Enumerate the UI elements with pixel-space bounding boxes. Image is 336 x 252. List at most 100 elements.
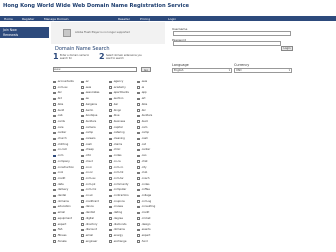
checkbox[interactable] [81, 211, 84, 215]
tld-checkbox-item[interactable]: .date [53, 183, 81, 187]
checkbox[interactable] [81, 97, 84, 101]
tld-checkbox-item[interactable]: .exchange [109, 240, 137, 244]
tld-checkbox-item[interactable]: .berlin [81, 109, 109, 113]
checkbox[interactable] [137, 194, 140, 198]
tld-checkbox-item[interactable]: .cat [137, 143, 165, 147]
tld-checkbox-item[interactable]: .boutique [81, 114, 109, 118]
tld-checkbox-item[interactable]: .blue [109, 114, 137, 118]
checkbox[interactable] [81, 160, 84, 163]
checkbox[interactable] [53, 143, 56, 146]
checkbox[interactable] [53, 109, 56, 112]
tld-checkbox-item[interactable]: .bargains [81, 103, 109, 107]
tld-checkbox-item[interactable]: .build [53, 109, 81, 113]
tld-checkbox-item[interactable]: .coffee [137, 188, 165, 192]
tld-checkbox-item[interactable]: .buzz [137, 120, 165, 124]
checkbox[interactable] [81, 223, 84, 226]
tld-checkbox-item[interactable]: .codes [109, 154, 137, 158]
checkbox[interactable] [53, 188, 56, 192]
tld-checkbox-item[interactable]: .com.hk [109, 171, 137, 175]
password-input[interactable] [173, 41, 281, 46]
tld-checkbox-item[interactable]: .dentist [81, 211, 109, 215]
tld-checkbox-item[interactable]: .email [81, 234, 109, 238]
nav-register[interactable]: Register [22, 17, 34, 21]
tld-checkbox-item[interactable]: .app [137, 91, 165, 95]
checkbox[interactable] [109, 91, 112, 95]
checkbox[interactable] [81, 86, 84, 89]
checkbox[interactable] [137, 137, 140, 141]
tld-checkbox-item[interactable]: .email [53, 211, 81, 215]
checkbox[interactable] [109, 205, 112, 209]
checkbox[interactable] [109, 143, 112, 146]
checkbox[interactable] [53, 240, 56, 243]
checkbox[interactable] [109, 223, 112, 226]
checkbox[interactable] [53, 97, 56, 101]
tld-checkbox-item[interactable]: .co.com [53, 148, 81, 152]
tld-checkbox-item[interactable]: .delivery [53, 188, 81, 192]
tld-checkbox-item[interactable]: .cruises [109, 205, 137, 209]
tld-checkbox-item[interactable]: .domains [53, 200, 81, 204]
checkbox[interactable] [53, 194, 56, 198]
checkbox[interactable] [81, 194, 84, 198]
login-button[interactable]: Login [281, 46, 293, 51]
checkbox[interactable] [137, 80, 140, 84]
tld-checkbox-item[interactable]: .com.sg [137, 200, 165, 204]
tld-checkbox-item[interactable]: .bingo [109, 109, 137, 113]
tld-checkbox-item[interactable]: .apartments [109, 91, 137, 95]
checkbox[interactable] [137, 148, 140, 152]
checkbox[interactable] [109, 80, 112, 84]
tld-checkbox-item[interactable]: .digital [81, 217, 109, 221]
tld-checkbox-item[interactable]: .expert [137, 234, 165, 238]
tld-checkbox-item[interactable]: .cam [137, 126, 165, 130]
checkbox[interactable] [109, 137, 112, 141]
checkbox[interactable] [81, 188, 84, 192]
tld-checkbox-item[interactable]: .church [53, 137, 81, 141]
checkbox[interactable] [81, 183, 84, 186]
checkbox[interactable] [81, 240, 84, 243]
tld-checkbox-item[interactable]: .college [137, 194, 165, 198]
tld-checkbox-item[interactable]: .au [81, 97, 109, 101]
checkbox[interactable] [109, 103, 112, 106]
tld-checkbox-item[interactable]: .construction [53, 166, 81, 170]
checkbox[interactable] [53, 200, 56, 203]
tld-checkbox-item[interactable]: .expert [53, 223, 81, 227]
tld-checkbox-item[interactable]: .claims [109, 143, 137, 147]
checkbox[interactable] [137, 223, 140, 226]
tld-checkbox-item[interactable]: .fish [53, 228, 81, 232]
tld-checkbox-item[interactable]: .coach [137, 177, 165, 181]
checkbox[interactable] [53, 126, 56, 129]
checkbox[interactable] [137, 211, 140, 215]
sidebar-link-join-now[interactable]: Join Now [3, 28, 17, 32]
tld-checkbox-item[interactable]: .camera [81, 126, 109, 130]
tld-checkbox-item[interactable]: .biz [53, 91, 81, 95]
tld-checkbox-item[interactable]: .academy [109, 86, 137, 90]
checkbox[interactable] [109, 160, 112, 163]
tld-checkbox-item[interactable]: .com.au [81, 177, 109, 181]
tld-checkbox-item[interactable]: .com.pk [81, 183, 109, 187]
tld-checkbox-item[interactable]: .cleaning [109, 137, 137, 141]
tld-checkbox-item[interactable]: .co.ca [109, 160, 137, 164]
checkbox[interactable] [137, 177, 140, 180]
tld-checkbox-item[interactable]: .agency [109, 80, 137, 84]
tld-checkbox-item[interactable]: .ai [137, 86, 165, 90]
tld-checkbox-item[interactable]: .builders [81, 120, 109, 124]
checkbox[interactable] [109, 228, 112, 232]
checkbox[interactable] [137, 217, 140, 220]
checkbox[interactable] [137, 103, 140, 106]
checkbox[interactable] [53, 228, 56, 232]
checkbox[interactable] [109, 109, 112, 112]
tld-checkbox-item[interactable]: .art [137, 97, 165, 101]
tld-checkbox-item[interactable]: .co.nz [81, 171, 109, 175]
checkbox[interactable] [53, 177, 56, 180]
checkbox[interactable] [53, 160, 56, 163]
tld-checkbox-item[interactable]: .camp [137, 131, 165, 135]
tld-checkbox-item[interactable]: .computer [109, 188, 137, 192]
tld-checkbox-item[interactable]: .asia [137, 80, 165, 84]
checkbox[interactable] [81, 126, 84, 129]
checkbox[interactable] [137, 120, 140, 123]
checkbox[interactable] [109, 148, 112, 152]
tld-checkbox-item[interactable]: .dental [53, 194, 81, 198]
checkbox[interactable] [137, 91, 140, 95]
tld-checkbox-item[interactable]: .credit [137, 211, 165, 215]
checkbox[interactable] [81, 177, 84, 180]
checkbox[interactable] [53, 217, 56, 220]
